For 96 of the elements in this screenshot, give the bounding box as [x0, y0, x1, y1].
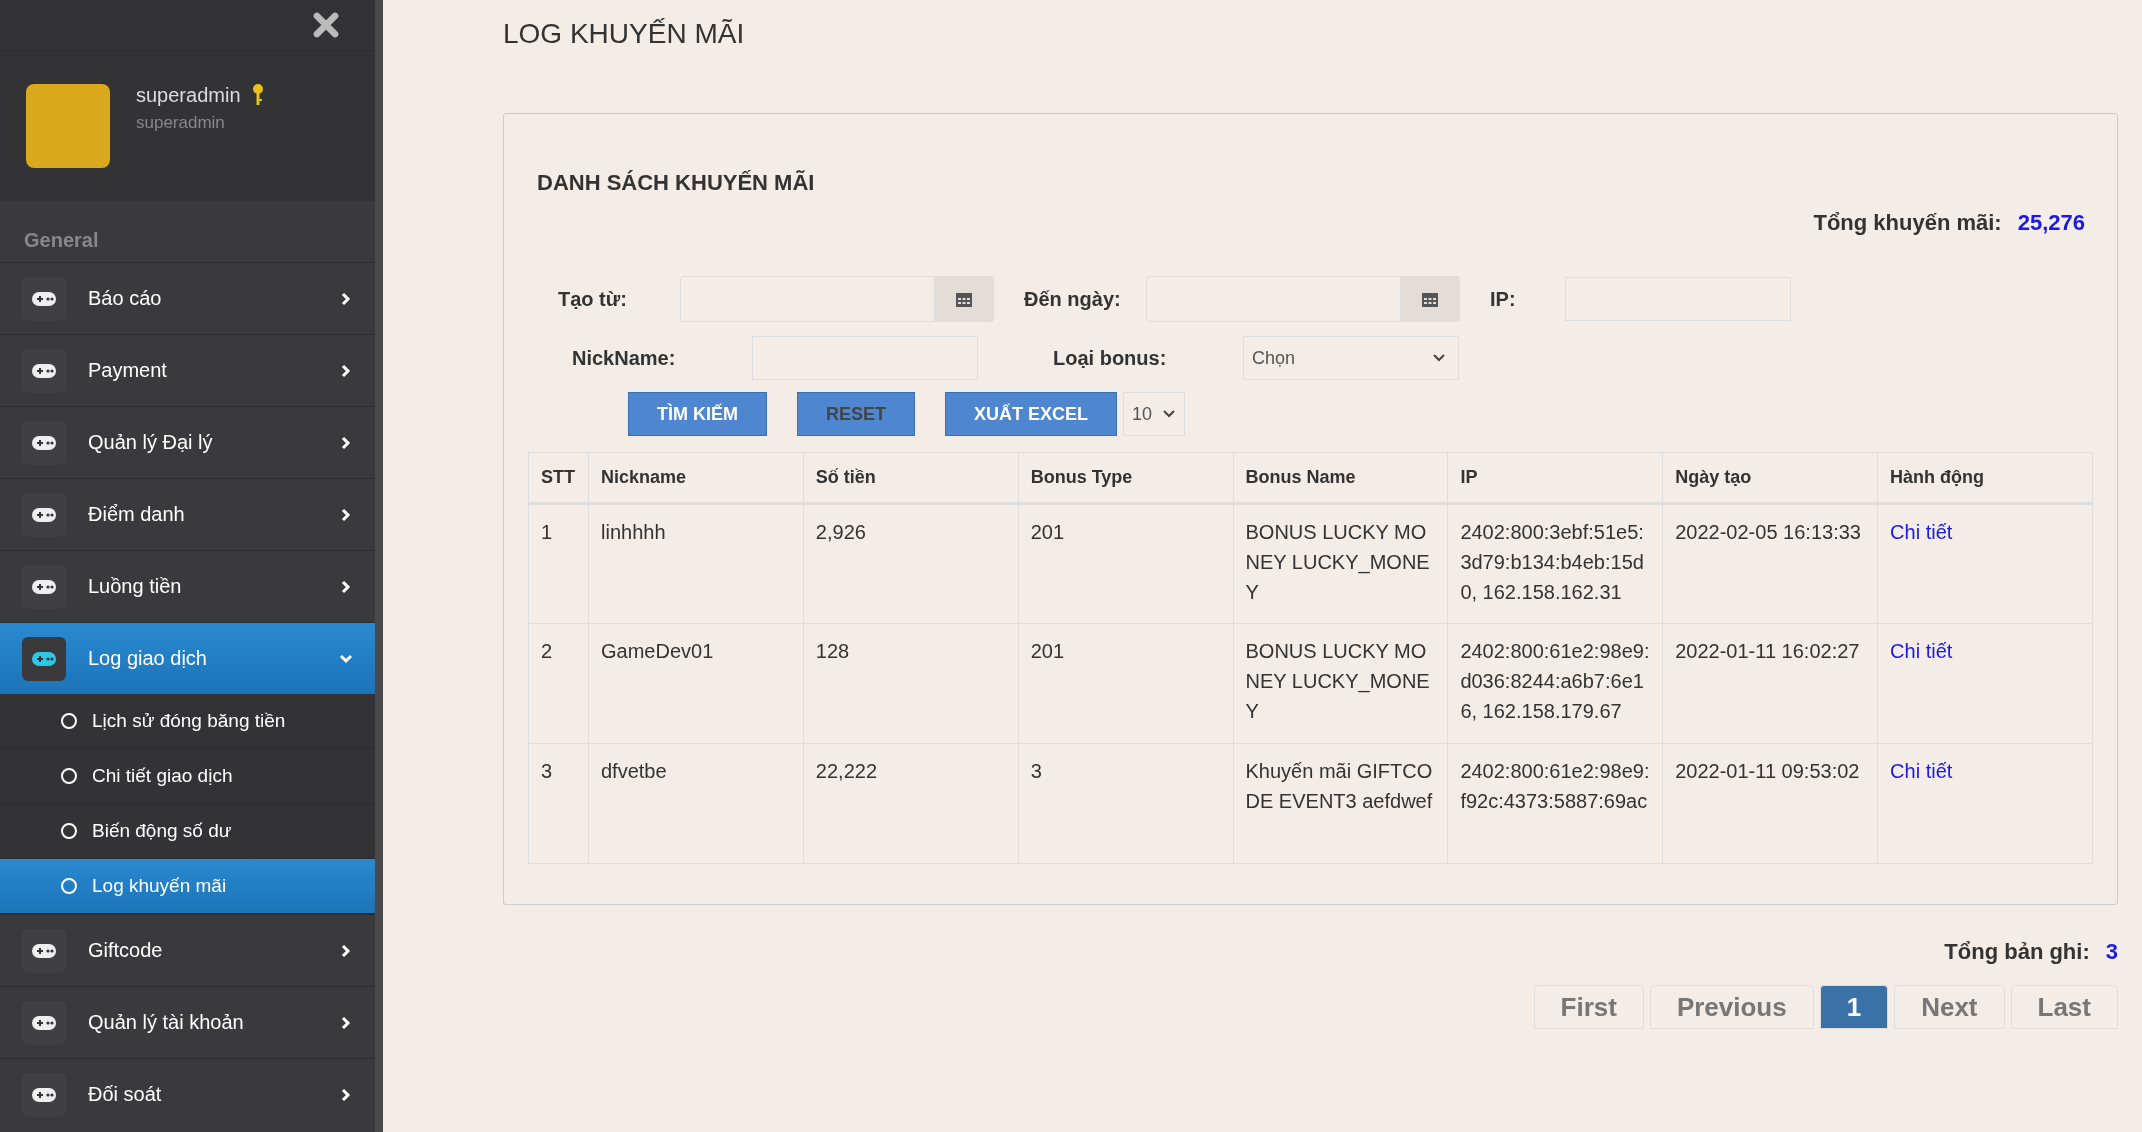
page-size-dropdown[interactable]: 10 — [1123, 392, 1186, 436]
circle-icon — [60, 822, 78, 840]
records-label: Tổng bản ghi: — [1944, 939, 2090, 964]
total-value: 25,276 — [2017, 210, 2085, 235]
chevron-right-icon — [339, 579, 353, 594]
sidebar-item[interactable]: Giftcode — [0, 914, 375, 986]
pagination-button[interactable]: Previous — [1649, 985, 1814, 1029]
chevron-right-icon — [339, 1087, 353, 1102]
circle-icon — [60, 767, 78, 785]
detail-link[interactable]: Chi tiết — [1890, 760, 1953, 782]
key-icon — [250, 83, 265, 107]
pagination-button[interactable]: 1 — [1819, 985, 1889, 1029]
chevron-right-icon — [339, 1015, 353, 1030]
table-cell: 201 — [1030, 521, 1065, 543]
column-header: Nickname — [588, 452, 804, 504]
submenu-item[interactable]: Log khuyến mãi — [0, 859, 375, 914]
user-role: superadmin — [136, 113, 226, 133]
bonus-type-dropdown[interactable]: Chọn — [1243, 336, 1459, 380]
table-cell: 2,926 — [815, 521, 866, 543]
table-cell: 1 — [541, 521, 553, 543]
action-button[interactable]: TÌM KIẾM — [628, 392, 767, 436]
field-label: Tạo từ: — [558, 287, 628, 311]
table-cell: BONUS LUCKY MONEY LUCKY_MONEY — [1245, 521, 1430, 603]
records-value: 3 — [2105, 939, 2118, 964]
table-cell: 2022-01-11 16:02:27 — [1675, 640, 1860, 662]
pagination-button[interactable]: Next — [1894, 985, 2005, 1029]
card-title: DANH SÁCH KHUYẾN MÃI — [537, 170, 816, 196]
table-cell: 3 — [1030, 760, 1042, 782]
table-cell: 2022-01-11 09:53:02 — [1675, 760, 1860, 782]
user-name: superadmin — [136, 83, 241, 107]
sidebar-item[interactable]: Log giao dịch — [0, 622, 375, 694]
table-cell: Khuyến mãi GIFTCODE EVENT3 aefdwef — [1245, 760, 1433, 812]
submenu-item[interactable]: Chi tiết giao dịch — [0, 749, 375, 804]
field-label: Loại bonus: — [1053, 346, 1168, 370]
sidebar-item[interactable]: Quản lý Đại lý — [0, 406, 375, 478]
column-header: STT — [528, 452, 589, 504]
chevron-right-icon — [339, 291, 353, 306]
column-header: IP — [1447, 452, 1663, 504]
date-field[interactable] — [680, 276, 994, 322]
table-cell: 2402:800:61e2:98e9:f92c:4373:5887:69ac — [1460, 760, 1650, 812]
table-cell: 128 — [815, 640, 850, 662]
chevron-right-icon — [339, 363, 353, 378]
sidebar-item[interactable]: Payment — [0, 334, 375, 406]
gamepad-icon — [22, 1072, 66, 1117]
column-header: Bonus Name — [1233, 452, 1448, 504]
sidebar-item[interactable]: Báo cáo — [0, 262, 375, 334]
chevron-right-icon — [339, 943, 353, 958]
column-header: Hành động — [1877, 452, 2093, 504]
gamepad-icon — [22, 348, 66, 393]
column-header: Bonus Type — [1018, 452, 1234, 504]
column-header: Số tiền — [803, 452, 1019, 504]
chevron-right-icon — [339, 507, 353, 522]
action-button[interactable]: XUẤT EXCEL — [945, 392, 1118, 436]
circle-icon — [60, 712, 78, 730]
detail-link[interactable]: Chi tiết — [1890, 521, 1953, 543]
table-cell: BONUS LUCKY MONEY LUCKY_MONEY — [1245, 640, 1430, 722]
table-cell: 2402:800:61e2:98e9:d036:8244:a6b7:6e16, 162.158.179.67 — [1460, 640, 1650, 722]
field-label: IP: — [1490, 287, 1517, 311]
table-cell: linhhhh — [601, 521, 666, 543]
close-icon[interactable] — [313, 12, 339, 38]
table-cell: dfvetbe — [601, 760, 667, 782]
field-label: NickName: — [572, 346, 677, 370]
table-cell: 201 — [1030, 640, 1065, 662]
sidebar-item[interactable]: Đối soát — [0, 1058, 375, 1130]
caret-icon — [1432, 353, 1446, 363]
gamepad-icon — [22, 420, 66, 465]
pagination-button[interactable]: First — [1533, 985, 1644, 1029]
section-heading: General — [23, 228, 100, 253]
table-cell: 2402:800:3ebf:51e5:3d79:b134:b4eb:15d0, 162.158.162.31 — [1460, 521, 1644, 603]
table-cell: 3 — [541, 760, 553, 782]
sidebar-item[interactable]: Điểm danh — [0, 478, 375, 550]
sidebar-item[interactable]: Quản lý tài khoản — [0, 986, 375, 1058]
chevron-right-icon — [339, 435, 353, 450]
caret-icon — [1162, 409, 1177, 419]
total-label: Tổng khuyến mãi: — [1813, 210, 2002, 235]
gamepad-icon — [22, 564, 66, 609]
gamepad-icon — [22, 928, 66, 973]
date-field[interactable] — [1146, 276, 1460, 322]
field-label: Đến ngày: — [1024, 287, 1122, 311]
gamepad-icon — [22, 276, 66, 321]
gamepad-icon — [22, 636, 66, 681]
detail-link[interactable]: Chi tiết — [1890, 640, 1953, 662]
calendar-icon[interactable] — [1400, 277, 1459, 321]
pagination-button[interactable]: Last — [2010, 985, 2118, 1029]
column-header: Ngày tạo — [1662, 452, 1878, 504]
gamepad-icon — [22, 492, 66, 537]
table-cell: GameDev01 — [601, 640, 714, 662]
circle-icon — [60, 877, 78, 895]
table-cell: 2 — [541, 640, 553, 662]
submenu-item[interactable]: Lịch sử đóng băng tiền — [0, 694, 375, 749]
submenu-item[interactable]: Biến động số dư — [0, 804, 375, 859]
calendar-icon[interactable] — [934, 277, 993, 321]
table-cell: 2022-02-05 16:13:33 — [1675, 521, 1861, 543]
table-cell: 22,222 — [815, 760, 877, 782]
page-title: LOG KHUYẾN MÃI — [503, 18, 746, 51]
gamepad-icon — [22, 1000, 66, 1045]
